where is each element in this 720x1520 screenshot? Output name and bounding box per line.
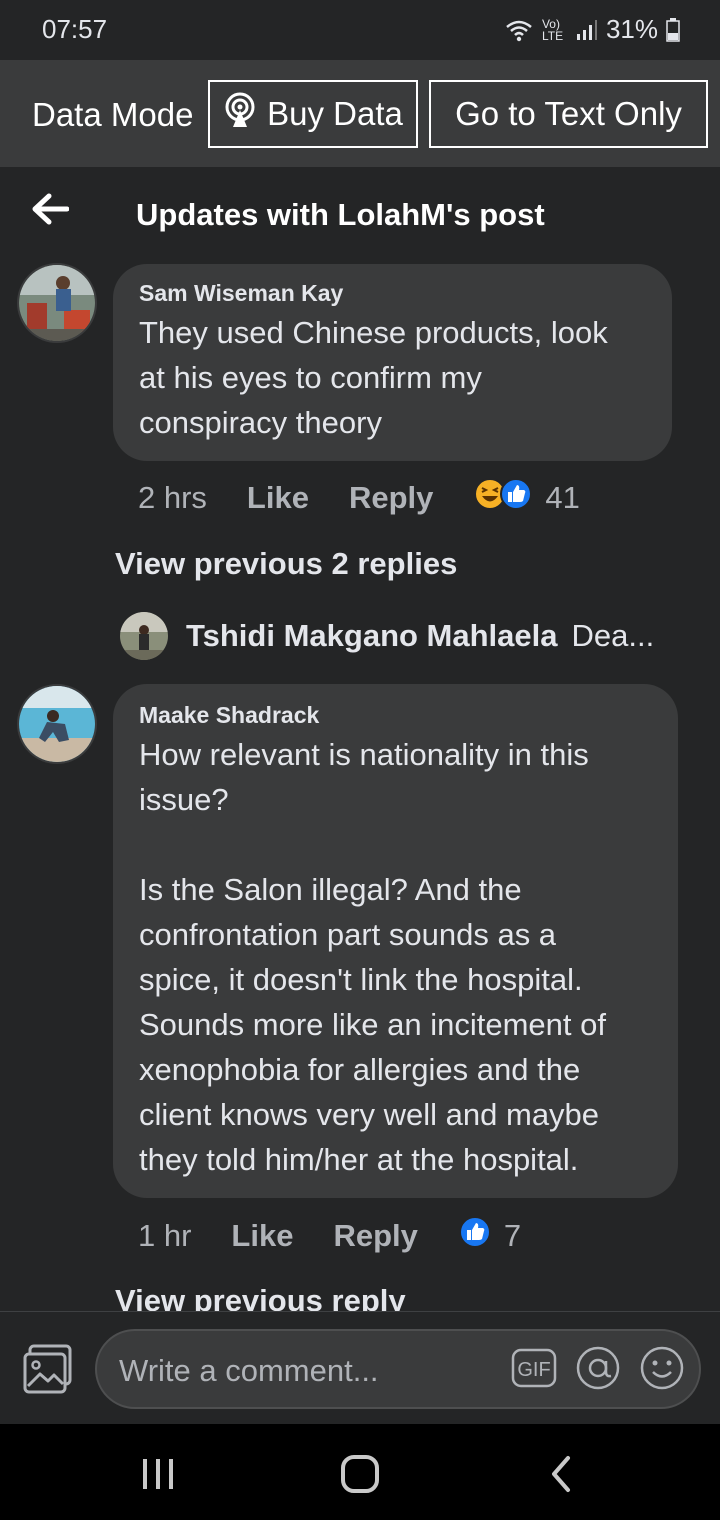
like-icon bbox=[458, 1215, 492, 1257]
gif-button[interactable]: GIF bbox=[511, 1348, 557, 1388]
page-header: Updates with LolahM's post bbox=[0, 167, 720, 257]
like-button[interactable]: Like bbox=[247, 480, 309, 516]
buy-data-label: Buy Data bbox=[267, 95, 403, 132]
text-only-label: Go to Text Only bbox=[455, 95, 682, 132]
avatar[interactable] bbox=[17, 263, 97, 343]
comment-bubble: Maake Shadrack How relevant is nationali… bbox=[113, 684, 678, 1198]
battery-icon bbox=[666, 17, 680, 42]
reactions[interactable] bbox=[458, 1215, 492, 1257]
back-arrow-icon bbox=[31, 193, 70, 230]
reply-snippet: Dea... bbox=[571, 618, 655, 653]
view-previous-replies-link[interactable]: View previous 2 replies bbox=[115, 546, 457, 582]
view-previous-reply-link[interactable]: View previous reply bbox=[115, 1283, 406, 1311]
comment-placeholder: Write a comment... bbox=[119, 1353, 379, 1388]
comment-meta: 2 hrs Like Reply 41 bbox=[138, 477, 580, 519]
emoji-button[interactable] bbox=[639, 1345, 685, 1391]
reaction-count: 7 bbox=[503, 1218, 522, 1253]
data-mode-bar: Data Mode Buy Data Go to Text Only bbox=[0, 60, 720, 167]
comment-input[interactable]: Write a comment... GIF bbox=[95, 1329, 701, 1409]
avatar[interactable] bbox=[17, 684, 97, 764]
reactions[interactable] bbox=[473, 477, 533, 519]
photo-button[interactable] bbox=[22, 1344, 74, 1396]
buy-data-button[interactable]: Buy Data bbox=[208, 80, 418, 148]
lte-icon: Vo) LTE bbox=[541, 16, 564, 43]
status-icons: Vo) LTE 31% bbox=[504, 14, 680, 45]
comment-author[interactable]: Sam Wiseman Kay bbox=[139, 280, 343, 307]
reply-preview[interactable]: Tshidi Makgano Mahlaela Dea... bbox=[120, 612, 654, 660]
comment-meta: 1 hr Like Reply 7 bbox=[138, 1215, 521, 1257]
signal-icon bbox=[576, 19, 598, 41]
view-previous-reply-clip: View previous reply bbox=[0, 1280, 720, 1311]
back-button[interactable] bbox=[28, 189, 72, 233]
comment-text: They used Chinese products, look at his … bbox=[139, 315, 608, 440]
broadcast-icon bbox=[223, 92, 257, 136]
reaction-count: 41 bbox=[545, 480, 580, 515]
gif-icon: GIF bbox=[517, 1359, 550, 1381]
comment-bubble: Sam Wiseman Kay They used Chinese produc… bbox=[113, 264, 672, 461]
comment-time[interactable]: 2 hrs bbox=[138, 480, 207, 516]
back-nav-button[interactable] bbox=[540, 1452, 584, 1496]
reply-button[interactable]: Reply bbox=[349, 480, 433, 516]
wifi-icon bbox=[504, 18, 534, 42]
reply-author[interactable]: Tshidi Makgano Mahlaela bbox=[186, 618, 558, 654]
comment-composer: Write a comment... GIF bbox=[0, 1311, 720, 1424]
status-time: 07:57 bbox=[42, 14, 108, 44]
status-bar: 07:57 Vo) LTE 31% bbox=[0, 0, 720, 60]
home-button[interactable] bbox=[338, 1452, 382, 1496]
comment-text: How relevant is nationality in this issu… bbox=[139, 737, 606, 1177]
avatar[interactable] bbox=[120, 612, 168, 660]
comment-time[interactable]: 1 hr bbox=[138, 1218, 191, 1254]
reply-button[interactable]: Reply bbox=[333, 1218, 417, 1254]
photo-icon bbox=[22, 1344, 74, 1400]
comment-author[interactable]: Maake Shadrack bbox=[139, 702, 319, 729]
like-button[interactable]: Like bbox=[231, 1218, 293, 1254]
page-title: Updates with LolahM's post bbox=[136, 197, 545, 232]
system-nav-bar bbox=[0, 1424, 720, 1520]
text-only-button[interactable]: Go to Text Only bbox=[429, 80, 708, 148]
like-icon bbox=[499, 477, 533, 519]
battery-percent: 31% bbox=[605, 14, 658, 44]
mention-button[interactable] bbox=[575, 1345, 621, 1391]
data-mode-label: Data Mode bbox=[32, 96, 194, 133]
recent-apps-button[interactable] bbox=[136, 1452, 180, 1496]
